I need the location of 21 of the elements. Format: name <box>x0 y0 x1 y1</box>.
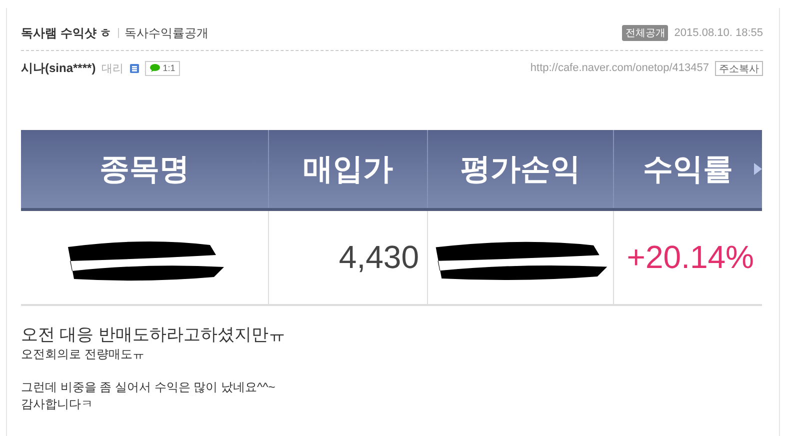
board-link[interactable]: 독사수익률공개 <box>124 24 209 42</box>
speech-bubble-icon <box>150 64 160 72</box>
column-header: 매입가 <box>268 130 427 208</box>
post-date: 2015.08.10. 18:55 <box>674 27 763 39</box>
body-text: 오전회의로 전량매도ㅠ <box>21 346 146 363</box>
column-header: 종목명 <box>98 152 190 188</box>
visibility-badge: 전체공개 <box>622 25 668 41</box>
body-text: 그런데 비중을 좀 실어서 수익은 많이 났네요^^~ <box>21 379 276 396</box>
table-cell: +20.14% <box>626 239 754 276</box>
body-text: 감사합니다ㅋ <box>21 396 94 413</box>
table-cell: 4,430 <box>338 239 419 276</box>
column-header: 수익률 <box>613 130 762 208</box>
body-text: 오전 대응 반매도하라고하셨지만ㅠ <box>21 324 286 346</box>
post-title: 독사램 수익샷 ㅎ <box>21 24 112 42</box>
triangle-icon <box>754 163 762 175</box>
level-icon <box>130 64 139 72</box>
column-header: 평가손익 <box>427 130 613 208</box>
copy-address-button[interactable]: 주소복사 <box>715 60 763 76</box>
author-name[interactable]: 시나(sina****) <box>21 60 96 76</box>
member-rank: 대리 <box>102 62 124 76</box>
chat-button[interactable]: 1:1 <box>144 60 180 76</box>
